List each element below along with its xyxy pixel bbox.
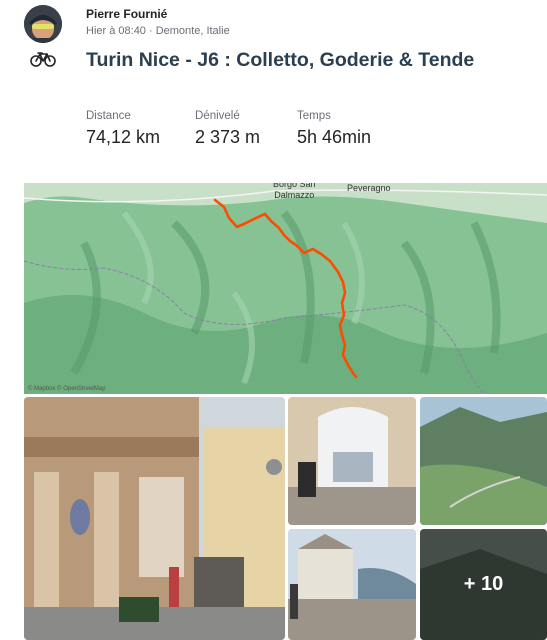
- photo-chapel[interactable]: [288, 529, 416, 640]
- stat-value: 74,12 km: [86, 127, 161, 147]
- photo-church-image: [24, 397, 285, 640]
- map-attribution: © Mapbox © OpenStreetMap: [28, 386, 106, 392]
- route-map[interactable]: Borgo San Dalmazzo Peveragno © Mapbox © …: [24, 183, 547, 394]
- photo-church[interactable]: [24, 397, 285, 640]
- athlete-name[interactable]: Pierre Fournié: [86, 7, 167, 21]
- photo-valley-image: [420, 397, 547, 525]
- photo-valley[interactable]: [420, 397, 547, 525]
- map-label-borgo: Borgo San Dalmazzo: [273, 183, 316, 200]
- map-label-peveragno: Peveragno: [347, 183, 391, 193]
- more-photos-label[interactable]: + 10: [420, 529, 547, 640]
- stat-label: Distance: [86, 110, 131, 122]
- photo-chapel-image: [288, 529, 416, 640]
- route-line: [213, 198, 358, 379]
- stat-elevation: Dénivelé 2 373 m: [195, 110, 260, 148]
- photo-arch-image: [288, 397, 416, 525]
- bike-icon: [30, 52, 56, 67]
- stat-value: 2 373 m: [195, 127, 261, 147]
- stat-value: 5h 46min: [297, 127, 372, 147]
- activity-meta: Hier à 08:40 · Demonte, Italie: [86, 25, 230, 37]
- activity-title[interactable]: Turin Nice - J6 : Colletto, Goderie & Te…: [86, 46, 506, 74]
- photo-more[interactable]: + 10: [420, 529, 547, 640]
- stat-time: Temps 5h 46min: [297, 110, 371, 148]
- stat-distance: Distance 74,12 km: [86, 110, 160, 148]
- avatar-image: [24, 5, 62, 43]
- avatar[interactable]: [24, 5, 62, 43]
- stat-label: Temps: [297, 110, 331, 122]
- photo-arch[interactable]: [288, 397, 416, 525]
- stat-label: Dénivelé: [195, 110, 240, 122]
